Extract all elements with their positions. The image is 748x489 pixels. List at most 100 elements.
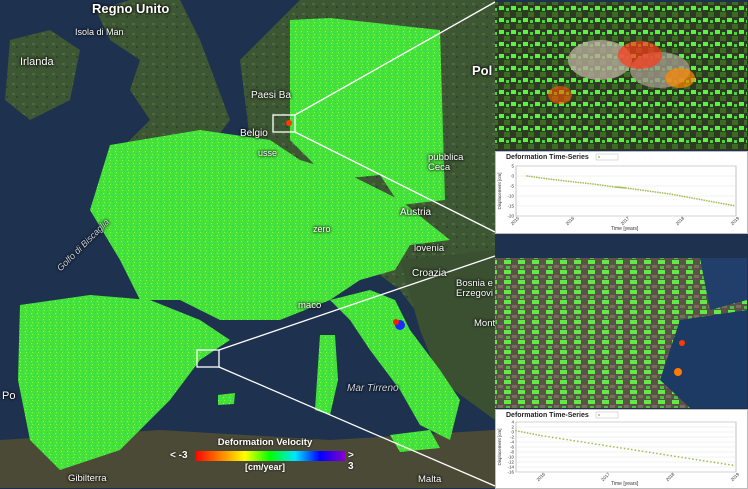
data-point (573, 439, 576, 442)
data-point (663, 453, 666, 456)
data-point (703, 199, 706, 202)
data-point (630, 448, 633, 451)
label-monte: Mont (474, 318, 496, 329)
data-point (632, 188, 635, 190)
data-point (580, 440, 583, 443)
label-monaco: maco (298, 300, 322, 311)
data-point (654, 191, 657, 193)
data-point (683, 195, 686, 198)
data-point (627, 448, 630, 450)
data-point (710, 200, 713, 203)
data-point (574, 181, 577, 184)
data-point (545, 177, 548, 180)
data-point (688, 196, 691, 199)
data-point (594, 443, 597, 445)
data-point (548, 435, 550, 438)
data-point (684, 457, 687, 459)
data-point (673, 193, 676, 196)
data-point (579, 181, 582, 184)
data-point (649, 190, 652, 193)
timeseries-panel-bottom: Deformation Time-Series 4 2 0 -2 -4 -6 -8 -10 -1… (495, 409, 748, 489)
data-point (637, 188, 640, 191)
data-point (533, 176, 536, 178)
data-point (720, 202, 723, 205)
data-point (730, 204, 733, 207)
data-point (599, 184, 602, 186)
data-point (724, 463, 727, 465)
data-point (584, 441, 586, 444)
data-point (666, 192, 669, 195)
data-point (567, 180, 570, 183)
data-point (629, 187, 632, 190)
data-point (691, 197, 693, 199)
data-point (652, 452, 655, 454)
data-point (645, 450, 648, 453)
data-point (538, 434, 540, 437)
plot-frame (515, 165, 737, 217)
data-point (569, 439, 572, 442)
data-point (526, 175, 528, 177)
x-tick-label: 2016 (565, 215, 576, 226)
data-point (532, 433, 535, 435)
data-point (594, 183, 597, 186)
label-croazia: Croazia (412, 268, 447, 279)
data-point (715, 201, 718, 204)
data-point (661, 192, 664, 194)
data-point (598, 443, 601, 446)
data-point (587, 442, 590, 444)
data-point (732, 204, 735, 207)
data-point (611, 185, 614, 188)
y-axis-label: Displacement [cm] (497, 428, 502, 465)
data-point (555, 437, 558, 439)
data-point (552, 178, 555, 181)
series-legend-marker (598, 414, 600, 416)
data-point (708, 200, 711, 203)
data-point (538, 176, 541, 179)
data-point (677, 455, 680, 458)
label-pol: Pol (472, 63, 493, 78)
data-point (695, 458, 698, 461)
data-point (725, 203, 728, 206)
data-point (699, 459, 701, 462)
x-axis-label: Time [years] (611, 481, 639, 487)
label-isola-di-man: Isola di Man (75, 27, 124, 37)
data-point (596, 183, 599, 186)
data-point (695, 197, 698, 200)
data-point (691, 458, 694, 460)
label-paesi-bassi: Paesi Ba (251, 90, 292, 101)
series-legend-marker (598, 156, 600, 158)
data-point (606, 185, 609, 187)
label-irlanda: Irlanda (20, 56, 54, 68)
data-point (713, 201, 715, 203)
x-tick-label: 2016 (536, 471, 547, 482)
y-tick-label: -16 (507, 470, 514, 475)
data-point (576, 440, 579, 443)
data-point (587, 182, 590, 185)
data-point (612, 445, 615, 448)
data-point (717, 462, 719, 464)
label-bosnia: Bosnia e Erzegovi (456, 278, 493, 299)
data-point (659, 453, 662, 455)
data-point (720, 462, 723, 465)
data-point (540, 434, 543, 437)
data-point (609, 445, 612, 448)
legend-unit: [cm/year] (244, 462, 286, 472)
data-point (550, 178, 553, 181)
data-point (656, 452, 658, 455)
data-point (515, 429, 517, 432)
data-point (698, 198, 701, 201)
data-point (666, 454, 669, 457)
data-point (548, 178, 550, 180)
x-tick-label: 2017 (600, 471, 611, 482)
data-point (700, 198, 703, 201)
data-point (551, 436, 554, 439)
data-point (638, 449, 640, 452)
x-tick-label: 2019 (730, 471, 741, 482)
timeseries-panel-top: Deformation Time-Series 5 0 -5 -10 -15 -20 201… (495, 151, 748, 234)
data-point (727, 463, 730, 466)
y-tick-label: -10 (507, 194, 514, 199)
data-point (709, 460, 712, 463)
data-point (673, 455, 676, 458)
x-tick-label: 2018 (675, 215, 686, 226)
deformation-legend: Deformation Velocity < -3 > 3 [cm/year] (170, 437, 360, 473)
